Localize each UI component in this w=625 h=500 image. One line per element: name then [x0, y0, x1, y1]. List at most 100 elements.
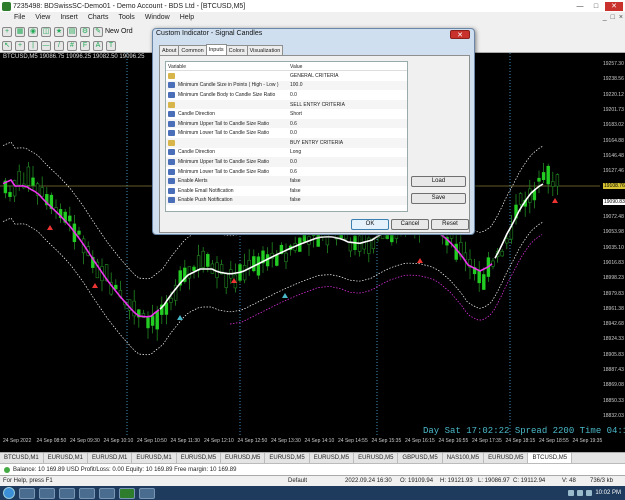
input-value[interactable]: GENERAL CRITERIA [288, 73, 407, 79]
symbol-tab[interactable]: EURUSD,M1 [44, 453, 89, 463]
tab-inputs[interactable]: Inputs [205, 44, 227, 55]
menu-view[interactable]: View [35, 14, 50, 21]
symbol-tab[interactable]: EURUSD,M1 [88, 453, 133, 463]
input-row[interactable]: Minimum Candle Body to Candle Size Ratio… [166, 90, 407, 100]
input-row[interactable]: Minimum Lower Tail to Candle Size Ratio 0… [166, 167, 407, 177]
input-value[interactable]: 0.0 [288, 92, 407, 98]
crosshair-icon[interactable]: + [15, 40, 25, 51]
symbol-tab[interactable]: EURUSD,M5 [265, 453, 310, 463]
symbol-tab[interactable]: EURUSD,M5 [221, 453, 266, 463]
taskbar-media-icon[interactable] [39, 487, 55, 499]
taskbar-app-icon[interactable] [99, 487, 115, 499]
chart-close-button[interactable]: × [619, 14, 623, 21]
input-row[interactable]: Minimum Upper Tail to Candle Size Ratio 0… [166, 157, 407, 167]
tab-visualization[interactable]: Visualization [246, 45, 284, 55]
data-window-icon[interactable]: ◫ [41, 26, 51, 37]
channel-icon[interactable]: # [67, 40, 77, 51]
price-label: 19257.30 [603, 61, 624, 67]
reset-button[interactable]: Reset [431, 219, 469, 230]
menu-charts[interactable]: Charts [88, 14, 109, 21]
label-icon[interactable]: T [106, 40, 116, 51]
tab-colors[interactable]: Colors [225, 45, 248, 55]
tab-common[interactable]: Common [178, 45, 207, 55]
time-label: 24 Sep 14:10 [304, 438, 335, 444]
input-value[interactable]: false [288, 178, 407, 184]
minimize-button[interactable]: — [573, 2, 587, 11]
menu-help[interactable]: Help [180, 14, 194, 21]
chart-minimize-button[interactable]: _ [603, 14, 607, 21]
tray-flag-icon[interactable] [586, 490, 593, 496]
horizontal-line-icon[interactable]: — [41, 40, 51, 51]
tab-about[interactable]: About [159, 45, 180, 55]
price-label: 19164.88 [603, 137, 624, 144]
symbol-tab[interactable]: BTCUSD,M1 [0, 453, 44, 463]
input-row[interactable]: BUY ENTRY CRITERIA [166, 138, 407, 148]
tray-network-icon[interactable] [568, 490, 575, 496]
load-button[interactable]: Load [411, 176, 466, 187]
input-value[interactable]: 0.6 [288, 121, 407, 127]
input-value[interactable]: 100.0 [288, 82, 407, 88]
terminal-icon[interactable]: ▤ [67, 26, 77, 37]
cancel-button[interactable]: Cancel [391, 219, 429, 230]
taskbar-browser-icon[interactable] [79, 487, 95, 499]
strategy-tester-icon[interactable]: ⚙ [80, 26, 90, 37]
input-row[interactable]: Candle Direction Long [166, 148, 407, 158]
market-watch-icon[interactable]: ◉ [28, 26, 38, 37]
chart-restore-button[interactable]: □ [611, 14, 615, 21]
input-value[interactable]: false [288, 188, 407, 194]
input-value[interactable]: false [288, 197, 407, 203]
input-row[interactable]: GENERAL CRITERIA [166, 71, 407, 81]
tray-volume-icon[interactable] [577, 490, 584, 496]
symbol-tab[interactable]: EURUSD,M5 [177, 453, 222, 463]
start-button[interactable] [3, 487, 15, 499]
input-value[interactable]: SELL ENTRY CRITERIA [288, 102, 407, 108]
input-value[interactable]: Long [288, 149, 407, 155]
input-row[interactable]: Minimum Upper Tail to Candle Size Ratio 0… [166, 118, 407, 129]
input-row[interactable]: Enable Email Notification false [166, 186, 407, 196]
input-value[interactable]: 0.6 [288, 169, 407, 175]
symbol-tab[interactable]: EURUSD,M5 [310, 453, 355, 463]
symbol-tab[interactable]: EURUSD,M5 [354, 453, 399, 463]
ok-button[interactable]: OK [351, 219, 389, 230]
input-row[interactable]: Enable Push Notification false [166, 195, 407, 206]
vertical-line-icon[interactable]: | [28, 40, 38, 51]
input-value[interactable]: Short [288, 111, 407, 117]
taskbar-app2-icon[interactable] [139, 487, 155, 499]
fibonacci-icon[interactable]: F [80, 40, 90, 51]
input-row[interactable]: Minimum Lower Tail to Candle Size Ratio 0… [166, 128, 407, 138]
tray-clock[interactable]: 10:02 PM [595, 490, 621, 496]
menu-tools[interactable]: Tools [118, 14, 134, 21]
symbol-tab[interactable]: GBPUSD,M5 [398, 453, 443, 463]
trendline-icon[interactable]: / [54, 40, 64, 51]
navigator-icon[interactable]: ★ [54, 26, 64, 37]
dialog-close-button[interactable]: ✕ [450, 30, 470, 39]
maximize-button[interactable]: □ [589, 2, 603, 11]
symbol-tab[interactable]: NAS100,M5 [443, 453, 485, 463]
cursor-icon[interactable]: ↖ [2, 40, 12, 51]
symbol-tab[interactable]: EURUSD,M5 [484, 453, 529, 463]
new-order-button[interactable]: ✎ New Ord [93, 26, 133, 37]
input-value[interactable]: BUY ENTRY CRITERIA [288, 140, 407, 146]
menu-insert[interactable]: Insert [60, 14, 78, 21]
menu-file[interactable]: File [14, 14, 25, 21]
input-value[interactable]: 0.0 [288, 159, 407, 165]
parameter-icon [168, 149, 175, 156]
close-button[interactable]: ✕ [605, 1, 623, 11]
input-row[interactable] [166, 205, 407, 211]
save-button[interactable]: Save [411, 193, 466, 204]
taskbar-metatrader-icon[interactable] [119, 487, 135, 499]
new-order-label: New Ord [105, 28, 133, 35]
new-chart-icon[interactable]: + [2, 26, 12, 37]
text-icon[interactable]: A [93, 40, 103, 51]
symbol-tab[interactable]: EURUSD,M1 [132, 453, 177, 463]
input-row[interactable]: Minimum Candle Size in Points ( High - L… [166, 80, 407, 91]
input-value[interactable]: 0.0 [288, 130, 407, 136]
taskbar-folder-icon[interactable] [59, 487, 75, 499]
input-row[interactable]: SELL ENTRY CRITERIA [166, 99, 407, 110]
input-row[interactable]: Enable Alerts false [166, 176, 407, 186]
profiles-icon[interactable]: ▦ [15, 26, 25, 37]
input-row[interactable]: Candle Direction Short [166, 109, 407, 119]
taskbar-explorer-icon[interactable] [19, 487, 35, 499]
symbol-tab[interactable]: BTCUSD,M5 [528, 453, 573, 463]
menu-window[interactable]: Window [145, 14, 170, 21]
